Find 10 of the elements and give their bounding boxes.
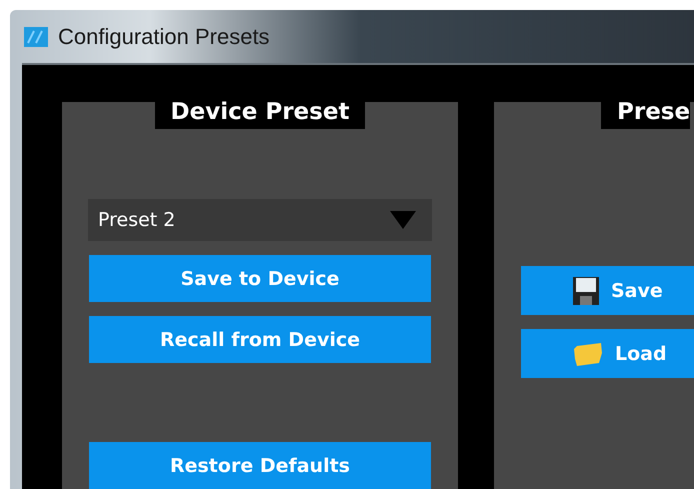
action-button[interactable]: Load <box>521 329 694 378</box>
dropdown-arrow-icon <box>390 211 416 230</box>
window-title: Configuration Presets <box>58 24 270 50</box>
action-button[interactable]: Save <box>521 266 694 315</box>
folder-icon <box>573 340 603 366</box>
action-button[interactable]: Save to Device <box>89 255 431 302</box>
action-button[interactable]: Restore Defaults <box>89 442 431 489</box>
action-button[interactable]: Recall from Device <box>89 316 431 364</box>
app-icon <box>24 26 48 46</box>
preset-dropdown[interactable]: Preset 2 <box>88 199 432 242</box>
